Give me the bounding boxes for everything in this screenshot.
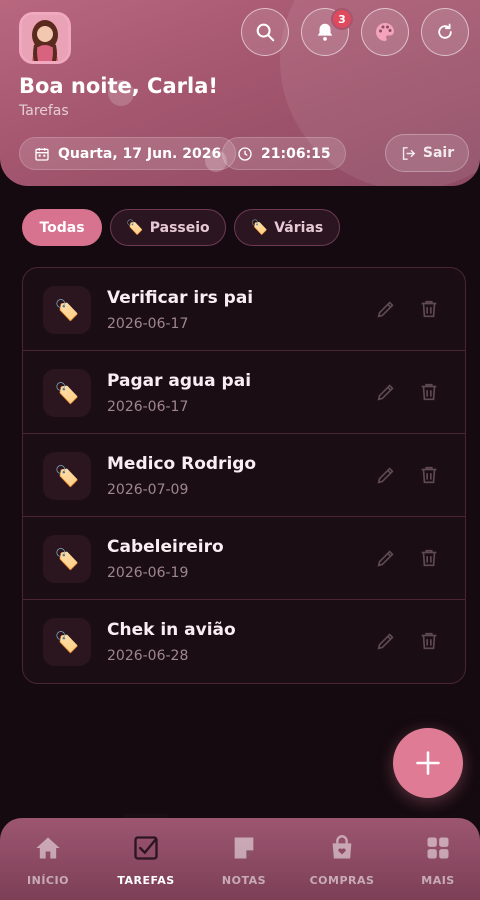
nav-item-notas[interactable]: NOTAS [196, 818, 292, 900]
tag-icon: 🏷️ [43, 286, 91, 334]
task-date: 2026-07-09 [107, 482, 189, 498]
edit-icon[interactable] [375, 298, 397, 320]
theme-button[interactable] [361, 8, 409, 56]
nav-label: NOTAS [221, 874, 267, 887]
logout-icon [402, 146, 416, 160]
filter-passeio[interactable]: 🏷️ Passeio [110, 209, 226, 246]
date-chip: Quarta, 17 Jun. 2026 [19, 137, 237, 170]
avatar[interactable] [19, 12, 71, 64]
task-date: 2026-06-19 [107, 565, 189, 581]
nav-item-compras[interactable]: COMPRAS [294, 818, 390, 900]
search-button[interactable] [241, 8, 289, 56]
task-list: 🏷️ Verificar irs pai 2026-06-17 🏷️ Pagar… [22, 267, 466, 684]
task-title: Chek in avião [107, 620, 236, 640]
delete-icon[interactable] [418, 298, 440, 320]
nav-label: TAREFAS [117, 874, 175, 887]
task-date: 2026-06-17 [107, 399, 189, 415]
task-row[interactable]: 🏷️ Cabeleireiro 2026-06-19 [23, 517, 465, 600]
nav-item-mais[interactable]: MAIS [390, 818, 480, 900]
greeting-title: Boa noite, Carla! [19, 74, 218, 98]
nav-label: MAIS [421, 874, 455, 887]
tag-icon: 🏷️ [43, 369, 91, 417]
notification-badge: 3 [331, 8, 353, 30]
plus-icon [416, 751, 440, 775]
bottom-nav: INÍCIO TAREFAS NOTAS COMPRAS MAIS [0, 818, 480, 900]
tag-icon: 🏷️ [126, 219, 144, 236]
task-date: 2026-06-28 [107, 648, 189, 664]
task-row[interactable]: 🏷️ Pagar agua pai 2026-06-17 [23, 351, 465, 434]
tag-icon: 🏷️ [43, 452, 91, 500]
nav-label: INÍCIO [27, 874, 69, 887]
refresh-icon [438, 23, 452, 39]
filter-label: Todas [39, 219, 85, 236]
date-text: Quarta, 17 Jun. 2026 [58, 145, 222, 162]
home-icon [36, 837, 60, 859]
filter-varias[interactable]: 🏷️ Várias [234, 209, 340, 246]
calendar-icon [35, 147, 49, 161]
task-row[interactable]: 🏷️ Verificar irs pai 2026-06-17 [23, 268, 465, 351]
task-title: Medico Rodrigo [107, 454, 257, 474]
shopping-bag-icon [332, 835, 352, 859]
logout-label: Sair [422, 145, 455, 161]
palette-icon [376, 23, 394, 41]
tag-icon: 🏷️ [43, 618, 91, 666]
note-icon [234, 837, 254, 859]
edit-icon[interactable] [375, 547, 397, 569]
nav-label: COMPRAS [309, 874, 375, 887]
task-title: Cabeleireiro [107, 537, 224, 557]
nav-item-tarefas[interactable]: TAREFAS [98, 818, 194, 900]
delete-icon[interactable] [418, 464, 440, 486]
filter-todas[interactable]: Todas [22, 209, 102, 246]
tag-icon: 🏷️ [43, 535, 91, 583]
delete-icon[interactable] [418, 381, 440, 403]
filter-label: Várias [274, 219, 324, 236]
task-title: Pagar agua pai [107, 371, 252, 391]
time-chip: 21:06:15 [222, 137, 346, 170]
tag-icon: 🏷️ [250, 219, 269, 236]
edit-icon[interactable] [375, 464, 397, 486]
delete-icon[interactable] [418, 630, 440, 652]
task-title: Verificar irs pai [107, 288, 254, 308]
header: 3 Boa noite, Carla! Tarefas Quarta, 17 J… [0, 0, 480, 186]
delete-icon[interactable] [418, 547, 440, 569]
add-task-button[interactable] [393, 728, 463, 798]
nav-item-inicio[interactable]: INÍCIO [0, 818, 96, 900]
time-text: 21:06:15 [261, 145, 331, 162]
search-icon [256, 23, 275, 42]
task-row[interactable]: 🏷️ Medico Rodrigo 2026-07-09 [23, 434, 465, 517]
refresh-button[interactable] [421, 8, 469, 56]
logout-button[interactable]: Sair [385, 134, 469, 172]
task-date: 2026-06-17 [107, 316, 189, 332]
filter-label: Passeio [149, 219, 210, 236]
page-subtitle: Tarefas [19, 103, 69, 119]
grid-icon [427, 837, 449, 859]
checkbox-icon [134, 836, 158, 860]
edit-icon[interactable] [375, 381, 397, 403]
clock-icon [238, 146, 252, 161]
edit-icon[interactable] [375, 630, 397, 652]
task-row[interactable]: 🏷️ Chek in avião 2026-06-28 [23, 600, 465, 683]
